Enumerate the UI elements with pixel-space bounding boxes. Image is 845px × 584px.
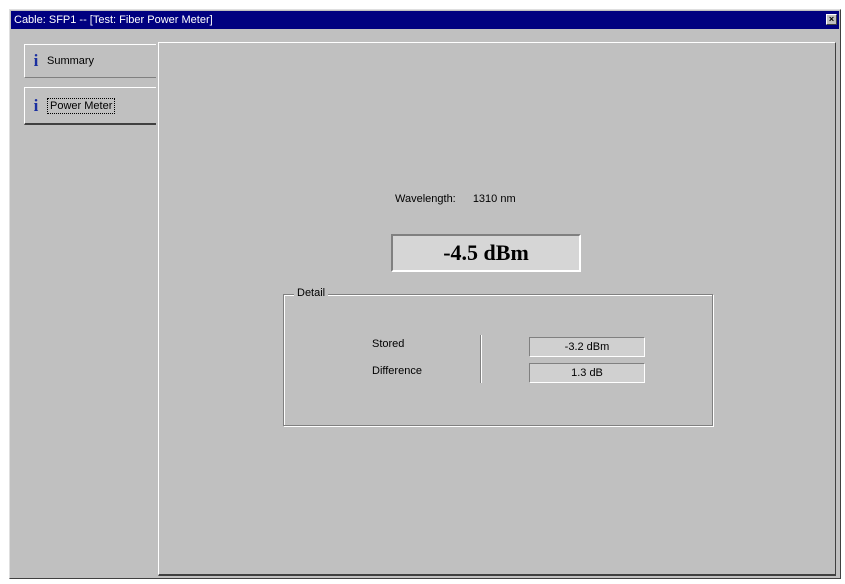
power-meter-panel: Wavelength: 1310 nm -4.5 dBm Detail Stor… — [158, 42, 836, 576]
close-icon[interactable]: × — [826, 14, 837, 25]
detail-group: Detail Stored Difference -3.2 dBm 1.3 dB — [283, 287, 713, 426]
window-title: Cable: SFP1 -- [Test: Fiber Power Meter] — [14, 14, 213, 26]
title-bar[interactable]: Cable: SFP1 -- [Test: Fiber Power Meter]… — [11, 11, 839, 29]
power-meter-window: Cable: SFP1 -- [Test: Fiber Power Meter]… — [9, 9, 841, 579]
tab-summary-label: Summary — [47, 55, 95, 67]
detail-divider — [480, 335, 482, 383]
wavelength-label: Wavelength: — [395, 193, 456, 205]
tab-power-meter[interactable]: i Power Meter — [24, 87, 156, 125]
wavelength-value: 1310 nm — [472, 193, 516, 205]
stored-value-field: -3.2 dBm — [529, 337, 645, 357]
info-icon: i — [33, 51, 39, 70]
stored-label: Stored — [372, 338, 405, 350]
difference-label: Difference — [372, 365, 422, 377]
power-reading-display: -4.5 dBm — [391, 234, 581, 272]
wavelength-row: Wavelength: 1310 nm — [395, 193, 516, 205]
difference-value-field: 1.3 dB — [529, 363, 645, 383]
tab-summary[interactable]: i Summary — [24, 44, 156, 78]
tab-power-meter-label: Power Meter — [47, 97, 116, 114]
detail-group-title: Detail — [294, 287, 329, 299]
info-icon: i — [33, 95, 39, 115]
